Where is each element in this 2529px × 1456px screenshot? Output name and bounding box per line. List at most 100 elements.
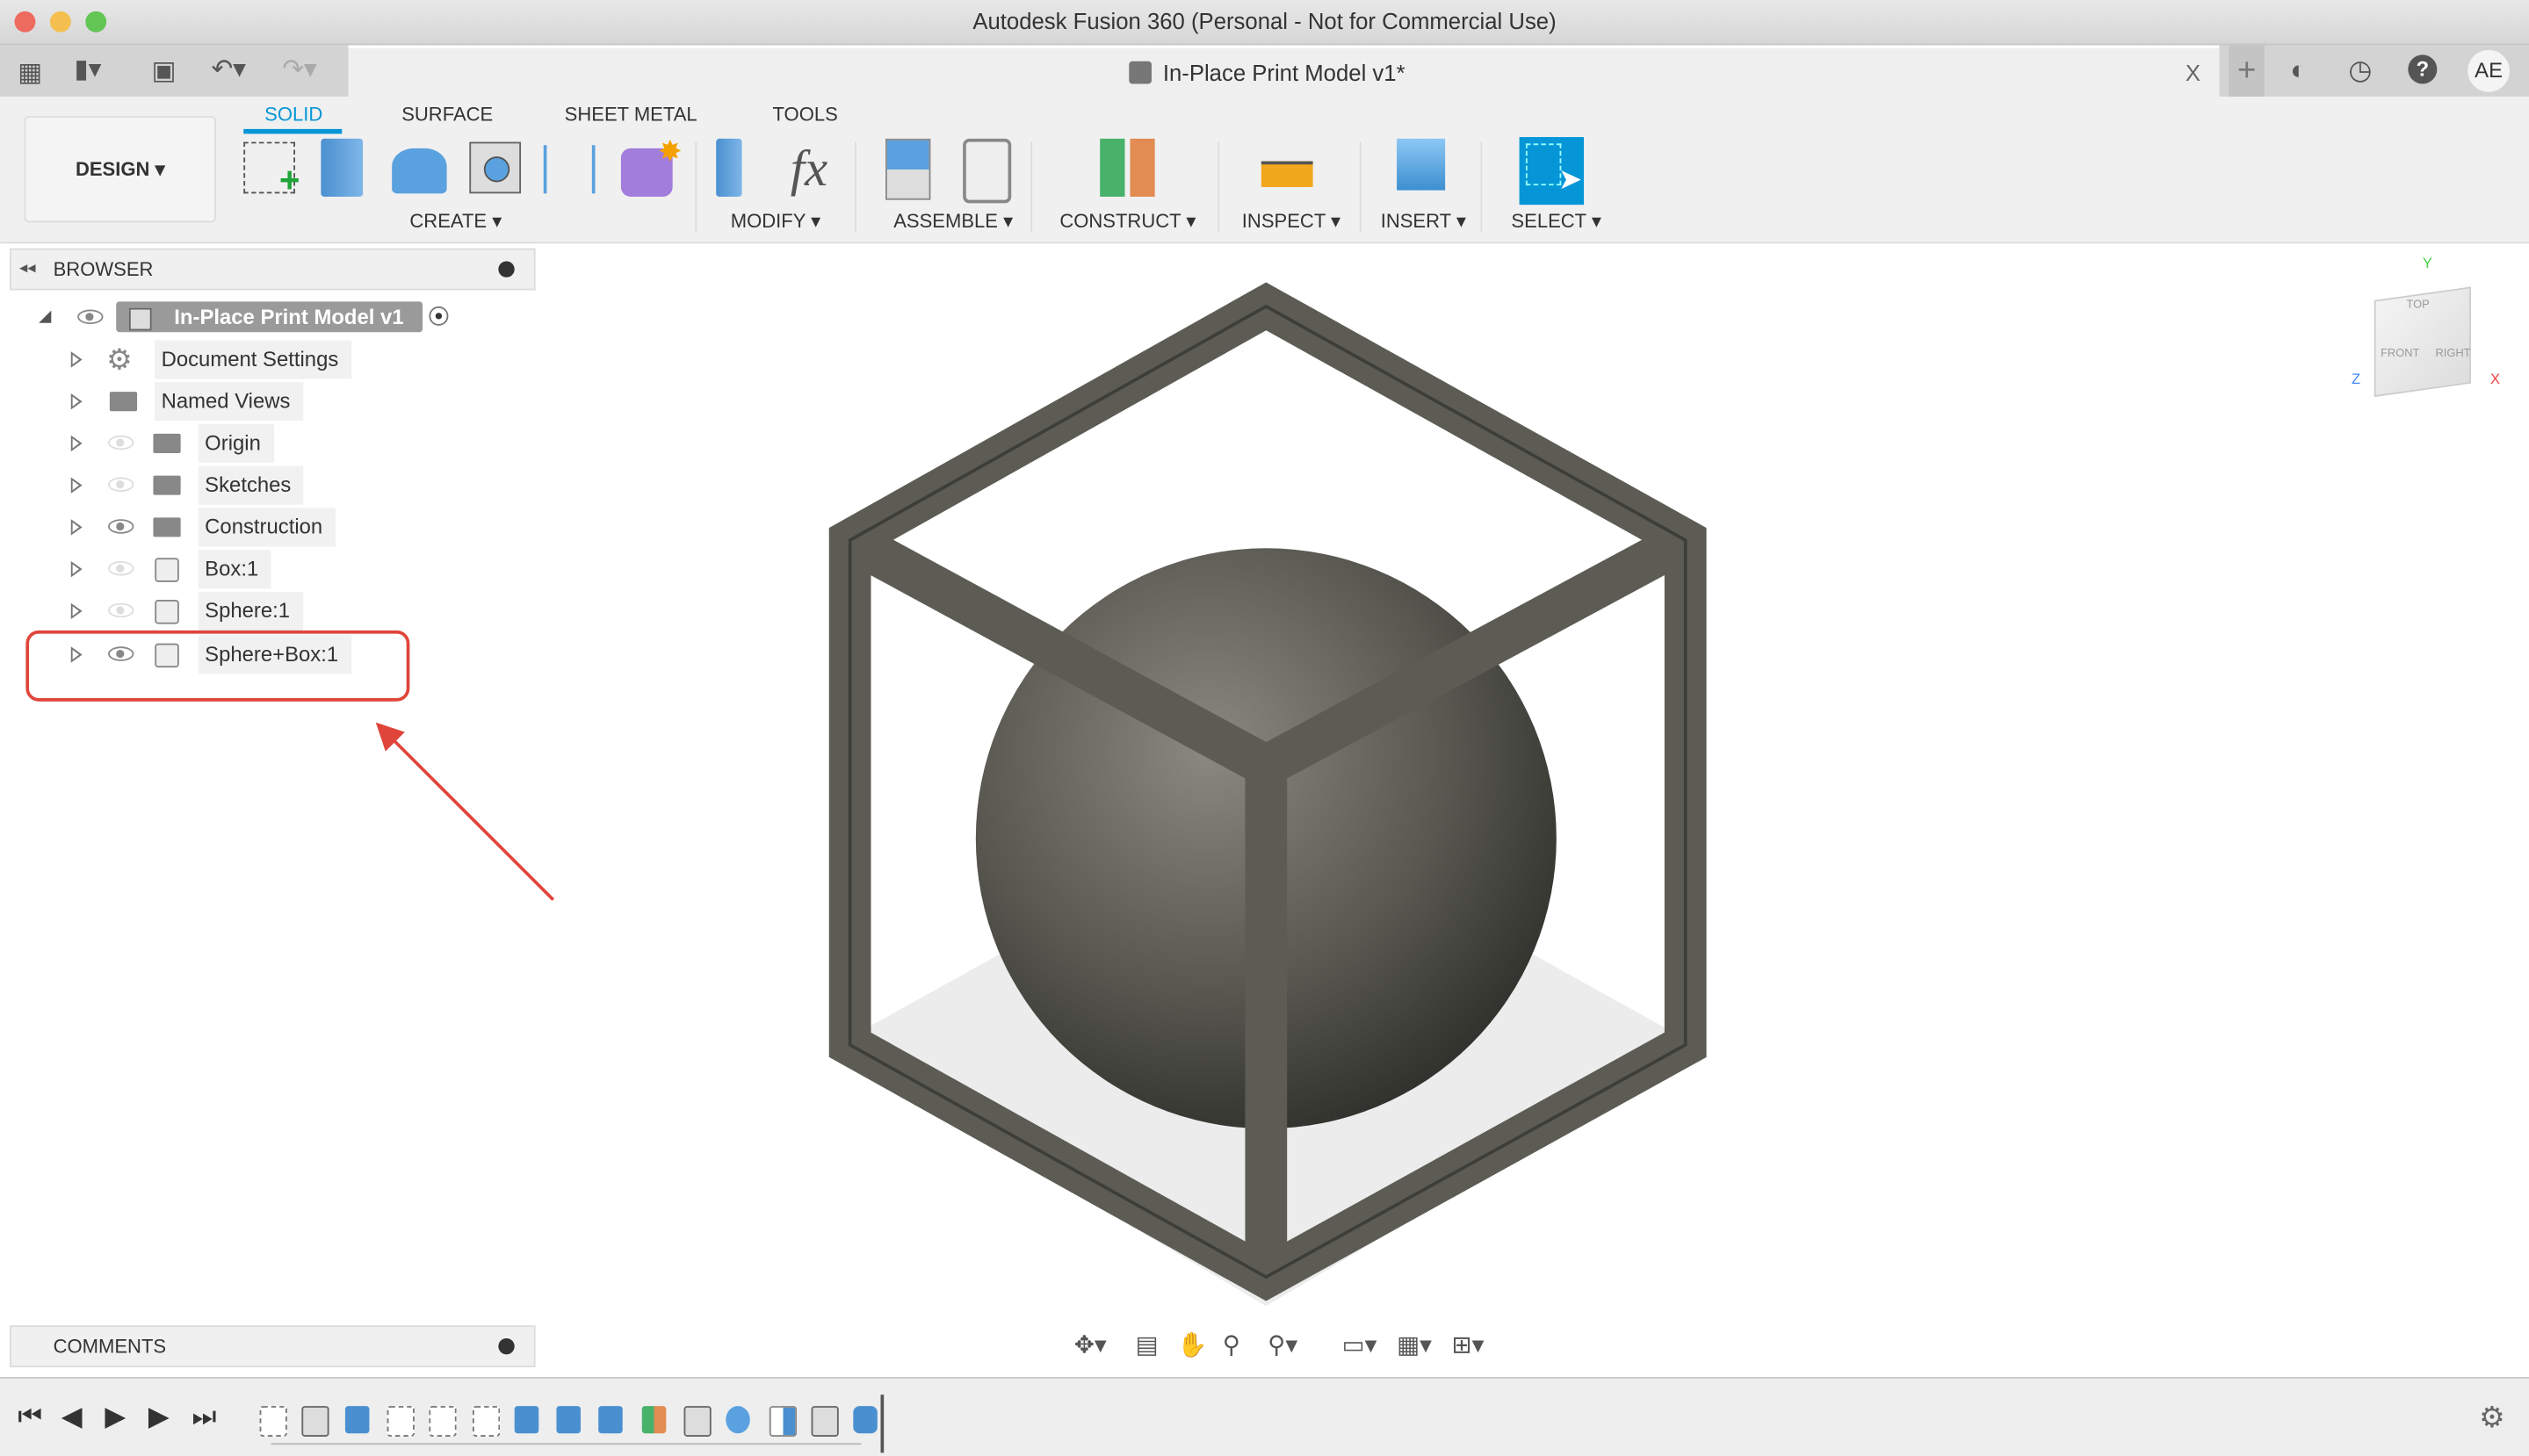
- expand-arrow-icon[interactable]: [70, 602, 83, 620]
- group-inspect[interactable]: INSPECT ▾: [1242, 210, 1340, 233]
- undo-icon[interactable]: ↶▾: [212, 54, 246, 86]
- hole-icon[interactable]: [469, 141, 522, 194]
- press-pull-icon[interactable]: [716, 138, 742, 198]
- timeline-sketch-icon[interactable]: [387, 1406, 415, 1437]
- browser-item[interactable]: Named Views: [0, 382, 532, 422]
- tab-solid[interactable]: SOLID: [264, 104, 322, 126]
- go-to-start-icon[interactable]: ⏮: [18, 1402, 42, 1434]
- tab-surface[interactable]: SURFACE: [401, 104, 493, 126]
- add-comment-icon[interactable]: [498, 1337, 515, 1355]
- play-icon[interactable]: ▶: [105, 1402, 126, 1434]
- grid-icon[interactable]: ▦▾: [1397, 1330, 1432, 1359]
- pan-icon[interactable]: ✋: [1177, 1330, 1207, 1359]
- browser-root[interactable]: ◢ In-Place Print Model v1: [0, 299, 532, 337]
- timeline-extrude-icon[interactable]: [344, 1406, 369, 1434]
- eye-hidden-icon[interactable]: [108, 602, 134, 618]
- pin-icon[interactable]: [498, 261, 515, 278]
- expand-arrow-icon[interactable]: [70, 477, 83, 494]
- eye-hidden-icon[interactable]: [108, 435, 134, 450]
- clock-icon[interactable]: ◷: [2348, 54, 2372, 87]
- close-tab-button[interactable]: X: [2186, 48, 2200, 97]
- timeline-combine-icon[interactable]: [853, 1406, 878, 1434]
- timeline-box-icon[interactable]: [301, 1406, 330, 1437]
- apps-grid-icon[interactable]: ▦: [18, 56, 42, 89]
- step-forward-icon[interactable]: ▶: [148, 1402, 170, 1434]
- expand-arrow-icon[interactable]: [70, 560, 83, 578]
- timeline-plane-icon[interactable]: [641, 1406, 666, 1434]
- fx-parameters-icon[interactable]: fx: [791, 139, 842, 197]
- viewcube-right[interactable]: RIGHT: [2436, 349, 2471, 360]
- browser-item[interactable]: ⚙ Document Settings: [0, 340, 532, 379]
- timeline-sketch-icon[interactable]: [472, 1406, 500, 1437]
- expand-arrow-icon[interactable]: [70, 435, 83, 452]
- browser-item[interactable]: Sphere:1: [0, 591, 532, 631]
- expand-arrow-icon[interactable]: [70, 393, 83, 410]
- insert-image-icon[interactable]: [1397, 138, 1446, 191]
- measure-icon[interactable]: [1261, 161, 1313, 187]
- tab-tools[interactable]: TOOLS: [772, 104, 837, 126]
- group-insert[interactable]: INSERT ▾: [1381, 210, 1466, 233]
- user-avatar[interactable]: AE: [2468, 49, 2510, 92]
- zoom-window-icon[interactable]: ⚲▾: [1268, 1330, 1297, 1359]
- expand-arrow-icon[interactable]: [70, 351, 83, 368]
- new-component-icon[interactable]: [885, 138, 931, 200]
- expand-arrow-icon[interactable]: [70, 519, 83, 536]
- pattern-icon[interactable]: [543, 145, 596, 194]
- browser-item[interactable]: Box:1: [0, 550, 532, 589]
- timeline-extrude-icon[interactable]: [556, 1406, 582, 1434]
- browser-panel-header[interactable]: ◂◂ BROWSER: [10, 248, 536, 291]
- timeline-box-icon[interactable]: [683, 1406, 712, 1437]
- timeline-sketch-icon[interactable]: [429, 1406, 457, 1437]
- settings-gear-icon[interactable]: ⚙: [2479, 1402, 2505, 1436]
- group-modify[interactable]: MODIFY ▾: [731, 210, 820, 233]
- comments-panel-header[interactable]: COMMENTS: [10, 1325, 536, 1368]
- step-back-icon[interactable]: ◀: [61, 1402, 83, 1434]
- save-icon[interactable]: ▣: [152, 54, 177, 87]
- create-sketch-icon[interactable]: +: [243, 141, 300, 200]
- expand-arrow-icon[interactable]: ◢: [39, 299, 51, 337]
- select-icon[interactable]: ➤: [1519, 137, 1585, 205]
- group-select[interactable]: SELECT ▾: [1511, 210, 1601, 233]
- group-assemble[interactable]: ASSEMBLE ▾: [893, 210, 1013, 233]
- timeline-extrude-icon[interactable]: [598, 1406, 624, 1434]
- job-status-icon[interactable]: ◐: [2290, 54, 2307, 87]
- document-tab[interactable]: In-Place Print Model v1* X: [348, 48, 2220, 97]
- orbit-icon[interactable]: ✥▾: [1074, 1330, 1107, 1359]
- joint-icon[interactable]: [963, 138, 1012, 204]
- browser-item[interactable]: Origin: [0, 423, 532, 463]
- browser-item[interactable]: Sketches: [0, 465, 532, 505]
- file-menu-icon[interactable]: ▮▾: [74, 54, 101, 86]
- minimize-window-button[interactable]: [49, 11, 71, 32]
- activate-radio[interactable]: [429, 306, 449, 326]
- create-form-icon[interactable]: ✸: [620, 135, 683, 198]
- look-at-icon[interactable]: ▤: [1136, 1330, 1159, 1359]
- extrude-icon[interactable]: [321, 138, 364, 198]
- group-create[interactable]: CREATE ▾: [409, 210, 502, 233]
- revolve-icon[interactable]: [392, 148, 447, 194]
- timeline-split-icon[interactable]: [769, 1406, 797, 1437]
- eye-hidden-icon[interactable]: [108, 477, 134, 493]
- offset-plane-icon[interactable]: [1100, 138, 1155, 198]
- eye-hidden-icon[interactable]: [108, 560, 134, 576]
- zoom-icon[interactable]: ⚲: [1223, 1330, 1240, 1359]
- new-tab-button[interactable]: +: [2229, 45, 2265, 97]
- viewports-icon[interactable]: ⊞▾: [1451, 1330, 1484, 1359]
- display-settings-icon[interactable]: ▭▾: [1342, 1330, 1377, 1359]
- redo-icon[interactable]: ↷▾: [282, 54, 316, 86]
- maximize-window-button[interactable]: [85, 11, 107, 32]
- close-window-button[interactable]: [14, 11, 36, 32]
- 3d-model-viewport[interactable]: [814, 274, 1717, 1322]
- view-cube[interactable]: TOP FRONT RIGHT Y X Z: [2352, 255, 2503, 420]
- eye-icon[interactable]: [108, 519, 134, 534]
- tab-sheet-metal[interactable]: SHEET METAL: [565, 104, 697, 126]
- timeline-box-icon[interactable]: [811, 1406, 839, 1437]
- browser-item[interactable]: Construction: [0, 508, 532, 547]
- viewcube-top[interactable]: TOP: [2406, 300, 2429, 312]
- viewcube-front[interactable]: FRONT: [2381, 349, 2419, 360]
- timeline-marker[interactable]: [880, 1395, 885, 1453]
- eye-icon[interactable]: [77, 309, 104, 325]
- go-to-end-icon[interactable]: ⏭: [191, 1402, 216, 1434]
- timeline-extrude-icon[interactable]: [514, 1406, 538, 1434]
- help-icon[interactable]: ?: [2408, 54, 2438, 84]
- timeline-sketch-icon[interactable]: [259, 1406, 287, 1437]
